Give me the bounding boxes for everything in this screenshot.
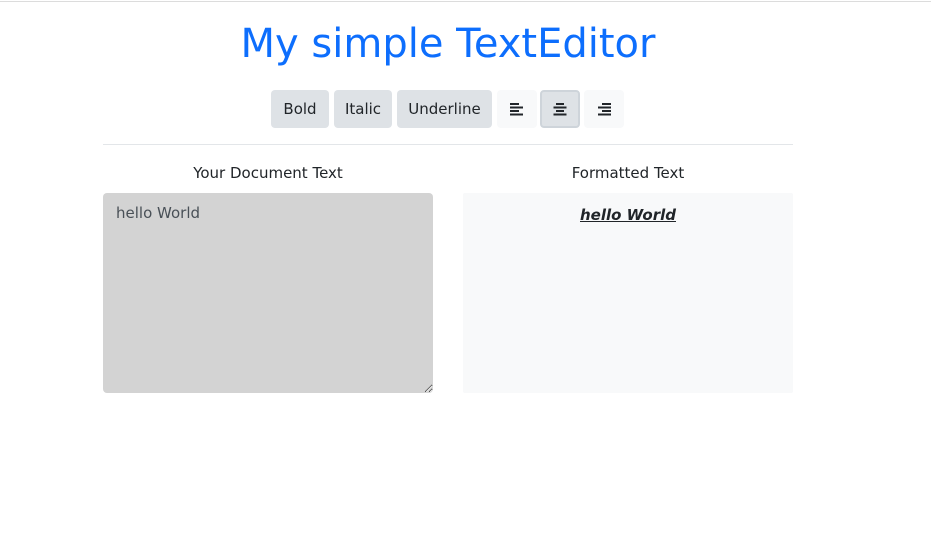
align-left-icon	[509, 102, 525, 116]
align-right-icon	[596, 102, 612, 116]
formatted-text-label: Formatted Text	[571, 164, 685, 182]
document-text-label: Your Document Text	[193, 164, 343, 182]
align-center-icon	[552, 102, 568, 116]
align-right-button[interactable]	[584, 90, 624, 128]
align-center-button[interactable]	[540, 90, 580, 128]
page-title: My simple TextEditor	[240, 21, 656, 67]
top-border	[0, 1, 931, 2]
bold-button[interactable]: Bold	[271, 90, 329, 128]
formatted-output-text: hello World	[580, 206, 676, 224]
italic-button[interactable]: Italic	[334, 90, 392, 128]
toolbar-divider	[103, 144, 793, 145]
underline-button[interactable]: Underline	[397, 90, 492, 128]
document-textarea[interactable]: hello World	[103, 193, 433, 393]
formatted-output-box: hello World	[463, 193, 793, 393]
align-left-button[interactable]	[497, 90, 537, 128]
